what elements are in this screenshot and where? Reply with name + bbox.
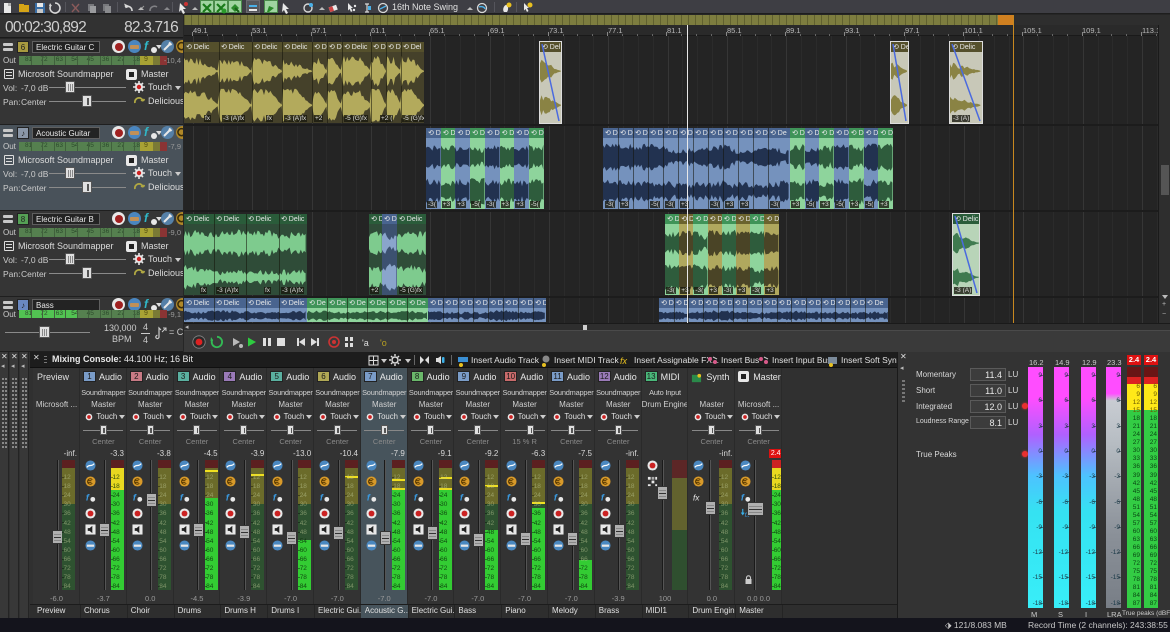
- svg-text:f: f: [320, 492, 324, 502]
- svg-text:f: f: [601, 492, 605, 502]
- svg-text:f: f: [554, 492, 558, 502]
- svg-text:f: f: [460, 492, 464, 502]
- svg-text:f: f: [226, 492, 230, 502]
- svg-text:f: f: [133, 492, 137, 502]
- svg-text:'o: 'o: [380, 338, 387, 348]
- svg-text:f: f: [507, 492, 511, 502]
- svg-text:f: f: [741, 492, 745, 502]
- svg-text:fx: fx: [620, 356, 628, 366]
- svg-text:f: f: [414, 492, 418, 502]
- svg-text:f: f: [86, 492, 90, 502]
- svg-text:f: f: [367, 492, 371, 502]
- svg-text:fx: fx: [693, 493, 700, 502]
- svg-text:f: f: [273, 492, 277, 502]
- svg-text:f: f: [180, 492, 184, 502]
- svg-text:ʹa: ʹa: [362, 338, 369, 348]
